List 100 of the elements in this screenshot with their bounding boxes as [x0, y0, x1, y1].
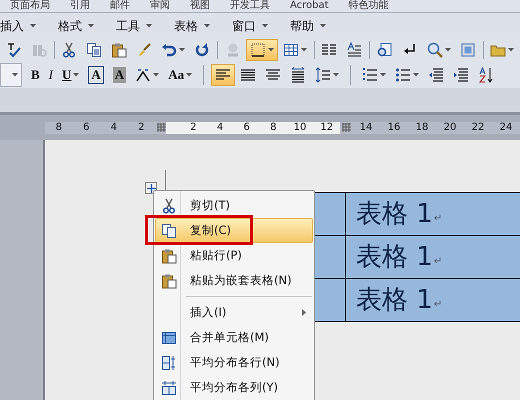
menu-item[interactable]: 表格 [174, 16, 232, 34]
sort-icon [478, 66, 494, 82]
menu-item-label: 复制(C) [190, 222, 232, 239]
menu-item[interactable]: 插入 [0, 16, 58, 34]
justify-icon [240, 66, 256, 82]
paragraph-mark: ↵ [434, 298, 442, 312]
caret-icon [12, 72, 18, 76]
clipboard-icon [161, 272, 177, 288]
context-menu-item[interactable]: 平均分布各行(N) [155, 350, 313, 375]
toolbar-button[interactable] [246, 38, 278, 60]
align-center-icon [265, 66, 282, 82]
submenu-arrow-icon [302, 309, 306, 316]
caret-icon [262, 24, 268, 28]
menu-item-label: 粘贴为嵌套表格(N) [190, 272, 292, 289]
ruler-number: 10 [292, 122, 308, 132]
menu-item[interactable]: 格式 [58, 16, 116, 34]
copy-icon [86, 42, 102, 58]
copy-icon [161, 222, 177, 238]
caret-icon [179, 48, 186, 52]
caret-icon [153, 72, 160, 76]
ruler-number: 6 [82, 122, 90, 132]
scissors-icon [161, 198, 177, 214]
context-menu-item[interactable]: 复制(C) [155, 218, 313, 243]
caret-icon [444, 48, 451, 52]
context-menu-item[interactable]: 粘贴行(P) [155, 243, 313, 268]
ribbon-tab[interactable]: 邮件 [100, 1, 140, 11]
fullscreen-icon [460, 42, 476, 58]
ruler-number: 2 [189, 122, 198, 132]
menu-item-label: 平均分布各行(N) [190, 354, 280, 371]
toolbar-button[interactable]: U [58, 64, 84, 86]
caret-icon [508, 48, 514, 52]
paragraph-mark: ↵ [434, 254, 442, 268]
cell-text: 表格 1 [356, 201, 433, 227]
cell-text: 表格 1 [356, 287, 433, 313]
columns-icon [321, 42, 338, 58]
document-magnifier-icon [376, 42, 393, 58]
grid-icon [342, 123, 350, 132]
clipboard-icon [161, 248, 177, 264]
cell-text: 表格 1 [356, 244, 433, 270]
ruler-number: 22 [470, 122, 486, 132]
caret-icon [268, 48, 274, 52]
table-move-handle-icon[interactable] [145, 182, 157, 194]
context-menu-item[interactable]: 插入(I) [155, 300, 313, 325]
ribbon-tab[interactable]: 页面布局 [0, 1, 60, 11]
toolbar-button[interactable] [211, 64, 236, 86]
scissors-icon [61, 42, 78, 58]
increase-indent-icon [453, 66, 470, 82]
caret-icon [333, 72, 340, 76]
toolbar-button[interactable]: B [27, 64, 44, 86]
ruler-number: 14 [358, 122, 374, 132]
menu-item-label: 合并单元格(M) [190, 328, 269, 346]
context-menu-item[interactable]: 合并单元格(M) [155, 325, 313, 350]
ruler-number: 2 [137, 122, 146, 132]
ruler-number: 8 [269, 122, 278, 132]
context-menu-item[interactable]: 平均分布各列(Y) [155, 375, 313, 400]
caret-icon [413, 72, 420, 76]
menu-item[interactable]: 帮助 [290, 16, 348, 34]
clipboard-icon [111, 42, 128, 58]
caret-icon [204, 24, 210, 28]
distribute-columns-icon [161, 380, 177, 396]
ribbon-tab[interactable]: 开发工具 [220, 1, 280, 11]
caret-icon [320, 24, 326, 28]
bullet-list-icon [395, 66, 412, 82]
toolbar-button[interactable]: A [108, 64, 130, 86]
toolbar-button[interactable]: Aa [164, 64, 196, 86]
ruler-number: 12 [319, 122, 334, 132]
ribbon-tab[interactable]: 引用 [60, 1, 100, 11]
ruler-number: 20 [442, 122, 458, 132]
grid-icon [157, 123, 166, 132]
ruler-number: 24 [498, 122, 514, 132]
table-icon [282, 42, 299, 58]
caret-icon [146, 24, 152, 28]
caret-icon [380, 72, 386, 76]
ruler-number: 4 [110, 122, 118, 132]
caret-icon [73, 72, 80, 76]
ribbon-tab[interactable]: 特色功能 [338, 1, 399, 11]
merge-cells-icon [161, 330, 177, 346]
redo-icon [194, 42, 210, 58]
menu-item[interactable]: 窗口 [232, 16, 290, 34]
text-direction-icon [346, 42, 362, 58]
caret-icon [88, 24, 94, 28]
ribbon-tab[interactable]: 视图 [180, 1, 220, 11]
ruler-number: 16 [386, 122, 402, 132]
brush-icon [136, 42, 152, 58]
distribute-icon [290, 66, 306, 82]
context-menu-item[interactable]: 粘贴为嵌套表格(N) [155, 268, 313, 293]
ruler-number: 4 [216, 122, 224, 132]
line-spacing-icon [315, 66, 332, 82]
undo-icon [161, 42, 178, 58]
distribute-rows-icon [161, 354, 177, 370]
caret-icon [30, 24, 36, 28]
ribbon-tab[interactable]: Acrobat [280, 1, 339, 11]
context-menu-item[interactable]: 剪切(T) [155, 193, 313, 218]
menu-item-label: 剪切(T) [190, 196, 230, 214]
caret-icon [300, 48, 307, 52]
ruler-number: 8 [54, 122, 63, 132]
toolbar-button[interactable]: I [44, 64, 58, 86]
menu-item[interactable]: 工具 [116, 16, 174, 34]
paragraph-mark: ↵ [434, 212, 442, 226]
ruler-number: 18 [414, 122, 430, 132]
